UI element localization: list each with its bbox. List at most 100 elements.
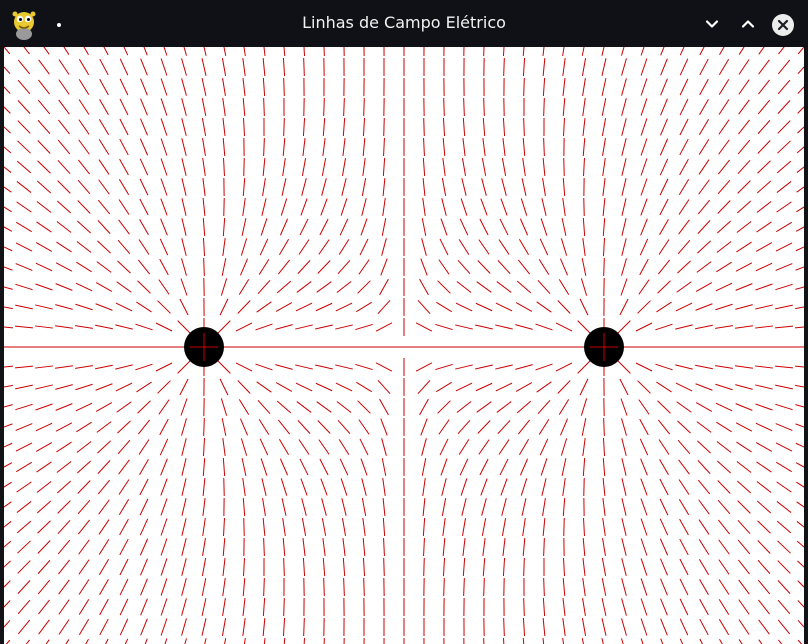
- field-vector: [480, 478, 488, 496]
- field-vector: [280, 478, 288, 496]
- field-vector: [303, 47, 306, 57]
- field-vector: [45, 639, 50, 644]
- field-vector: [297, 420, 311, 434]
- field-vector: [718, 519, 730, 535]
- field-vector: [679, 598, 689, 616]
- field-vector: [621, 418, 627, 436]
- simulation-canvas-area[interactable]: [4, 47, 804, 644]
- field-vector: [242, 478, 246, 496]
- field-vector: [640, 98, 648, 116]
- field-vector: [455, 364, 473, 370]
- field-vector: [581, 58, 587, 76]
- field-vector: [481, 178, 487, 196]
- field-vector: [481, 518, 487, 536]
- field-vector: [316, 401, 332, 413]
- field-vector: [65, 639, 70, 644]
- field-vector: [281, 178, 287, 196]
- field-vector: [602, 138, 606, 156]
- field-vector: [422, 157, 426, 177]
- field-vector: [621, 518, 627, 536]
- field-vector: [140, 118, 148, 136]
- electric-field-canvas[interactable]: [4, 47, 804, 644]
- field-vector: [58, 619, 70, 635]
- field-vector: [678, 179, 690, 195]
- field-vector: [35, 442, 53, 452]
- field-vector: [35, 403, 53, 411]
- field-vector: [263, 577, 265, 597]
- field-vector: [601, 578, 607, 596]
- field-vector: [777, 120, 791, 134]
- field-vector: [282, 537, 286, 557]
- field-vector: [282, 617, 286, 637]
- field-vector: [757, 579, 771, 595]
- app-window: Linhas de Campo Elétrico: [0, 0, 808, 644]
- field-vector: [699, 47, 705, 56]
- field-vector: [56, 441, 72, 453]
- field-vector: [423, 117, 425, 137]
- field-vector: [420, 258, 428, 276]
- field-vector: [160, 158, 168, 176]
- field-vector: [660, 598, 668, 616]
- field-vector: [77, 480, 91, 494]
- field-vector: [323, 47, 325, 57]
- field-vector: [417, 379, 431, 395]
- field-vector: [140, 578, 148, 596]
- field-vector: [181, 538, 187, 556]
- field-vector: [441, 178, 447, 196]
- field-vector: [517, 419, 531, 435]
- field-vector: [342, 557, 346, 577]
- close-button[interactable]: [772, 14, 794, 36]
- field-vector: [795, 246, 804, 252]
- field-vector: [438, 419, 450, 435]
- field-vector: [777, 580, 791, 594]
- field-vector: [659, 138, 669, 156]
- field-vector: [17, 140, 31, 154]
- field-vector: [775, 283, 793, 291]
- field-vector: [222, 78, 226, 96]
- field-vector: [160, 198, 168, 216]
- field-vector: [756, 500, 772, 514]
- field-vector: [461, 178, 467, 196]
- field-vector: [257, 279, 271, 295]
- field-vector: [660, 118, 668, 136]
- field-vector: [483, 637, 485, 644]
- field-vector: [16, 481, 32, 493]
- field-vector: [655, 323, 673, 331]
- field-vector: [78, 579, 90, 595]
- field-vector: [718, 559, 730, 575]
- field-vector: [295, 324, 313, 330]
- field-vector: [697, 220, 711, 234]
- field-vector: [535, 363, 553, 371]
- field-vector: [96, 261, 112, 273]
- field-vector: [262, 597, 266, 617]
- field-vector: [601, 58, 607, 76]
- field-vector: [699, 598, 709, 616]
- field-vector: [621, 238, 627, 256]
- field-vector: [621, 218, 627, 236]
- field-vector: [217, 360, 231, 374]
- field-vector: [640, 78, 648, 96]
- field-vector: [240, 238, 248, 256]
- field-vector: [239, 258, 249, 276]
- field-vector: [455, 382, 473, 392]
- field-vector: [158, 399, 170, 415]
- field-vector: [15, 423, 33, 431]
- field-vector: [123, 47, 129, 56]
- field-vector: [695, 383, 713, 391]
- field-vector: [502, 138, 506, 156]
- field-vector: [381, 458, 387, 476]
- field-vector: [775, 423, 793, 431]
- field-vector: [563, 517, 565, 537]
- field-vector: [583, 157, 585, 177]
- maximize-button[interactable]: [737, 13, 759, 35]
- field-vector: [660, 58, 668, 76]
- field-vector: [679, 618, 689, 636]
- field-vector: [375, 322, 393, 332]
- minimize-button[interactable]: [701, 13, 723, 35]
- field-vector: [640, 598, 648, 616]
- title-bar[interactable]: Linhas de Campo Elétrico: [0, 0, 808, 47]
- field-vector: [4, 86, 11, 94]
- field-vector: [301, 158, 307, 176]
- field-vector: [521, 498, 527, 516]
- field-vector: [442, 137, 446, 157]
